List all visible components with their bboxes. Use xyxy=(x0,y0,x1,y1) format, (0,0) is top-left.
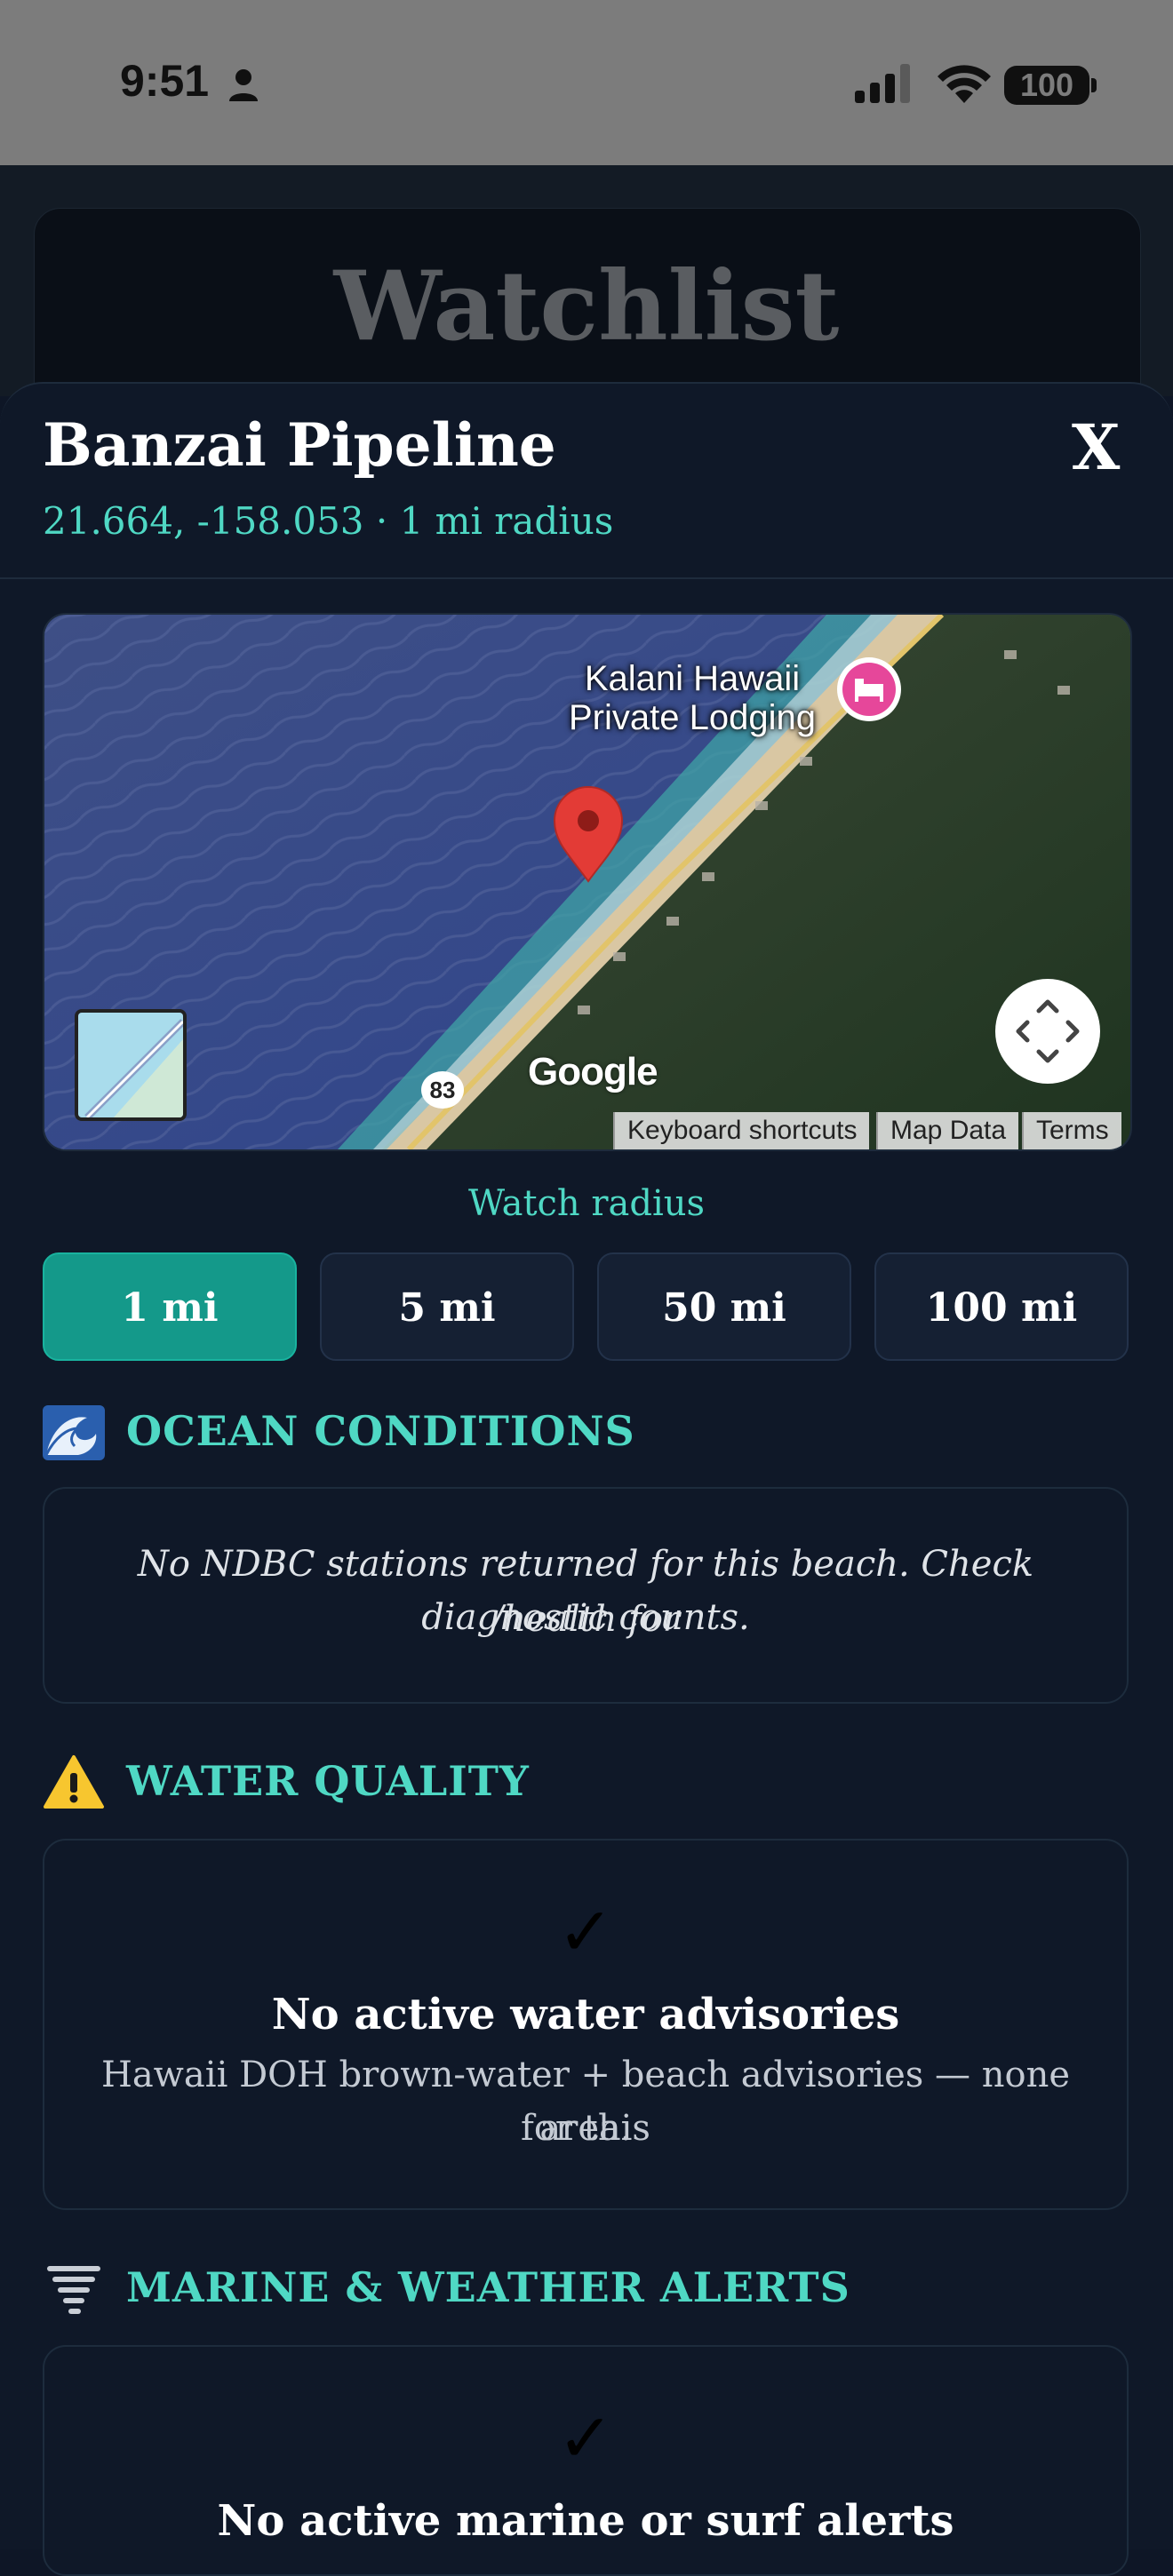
poi-label[interactable]: Kalani Hawaii Private Lodging xyxy=(569,659,816,737)
checkmark-icon: ✓ xyxy=(557,2398,614,2477)
close-button[interactable]: X xyxy=(1072,410,1120,484)
marine-alerts-heading: No active marine or surf alerts xyxy=(217,2496,954,2546)
move-arrows-icon xyxy=(1016,999,1080,1063)
water-advisory-detail-line2: area. xyxy=(539,2108,632,2149)
battery-cap xyxy=(1091,78,1097,92)
marine-alerts-card: ✓ No active marine or surf alerts xyxy=(43,2345,1129,2576)
status-time: 9:51 xyxy=(120,56,210,106)
map-layer-toggle-button[interactable] xyxy=(75,1009,187,1121)
poi-name-line2: Private Lodging xyxy=(569,698,816,737)
warning-icon xyxy=(44,1755,104,1809)
background-page-title: Watchlist xyxy=(333,250,840,362)
cellular-signal-icon xyxy=(855,64,910,103)
map-layer-thumbnail-icon xyxy=(78,1013,183,1117)
satellite-map[interactable]: Kalani Hawaii Private Lodging 83 Google … xyxy=(43,613,1132,1151)
ocean-conditions-title: OCEAN CONDITIONS xyxy=(126,1407,635,1455)
radius-option-50mi[interactable]: 50 mi xyxy=(597,1252,851,1361)
keyboard-shortcuts-link[interactable]: Keyboard shortcuts xyxy=(613,1112,870,1149)
map-data-link[interactable]: Map Data xyxy=(876,1112,1019,1149)
bed-icon[interactable] xyxy=(837,657,901,721)
tornado-icon xyxy=(47,2266,100,2314)
water-quality-title: WATER QUALITY xyxy=(126,1757,530,1805)
marine-alerts-title: MARINE & WEATHER ALERTS xyxy=(126,2263,850,2311)
recenter-button[interactable] xyxy=(995,979,1100,1084)
ocean-conditions-card: No NDBC stations returned for this beach… xyxy=(43,1487,1129,1704)
header-divider xyxy=(0,577,1173,579)
battery-icon: 100 xyxy=(1004,66,1089,105)
ocean-empty-message-line2: diagnostic counts. xyxy=(421,1597,750,1638)
wave-icon xyxy=(43,1405,105,1460)
terms-link[interactable]: Terms xyxy=(1022,1112,1121,1149)
radius-option-5mi[interactable]: 5 mi xyxy=(320,1252,574,1361)
radius-option-1mi[interactable]: 1 mi xyxy=(43,1252,297,1361)
checkmark-icon: ✓ xyxy=(557,1892,614,1971)
water-advisory-heading: No active water advisories xyxy=(271,1990,900,2039)
sheet-title: Banzai Pipeline xyxy=(43,410,556,480)
wifi-icon xyxy=(938,65,991,103)
google-logo: Google xyxy=(528,1050,658,1093)
radius-option-100mi[interactable]: 100 mi xyxy=(874,1252,1129,1361)
person-icon xyxy=(229,69,258,101)
watch-radius-label: Watch radius xyxy=(467,1183,706,1224)
water-quality-card: ✓ No active water advisories Hawaii DOH … xyxy=(43,1839,1129,2210)
poi-name-line1: Kalani Hawaii xyxy=(584,659,801,698)
coordinates-subtitle: 21.664, -158.053 · 1 mi radius xyxy=(43,499,614,543)
route-shield: 83 xyxy=(421,1071,464,1109)
